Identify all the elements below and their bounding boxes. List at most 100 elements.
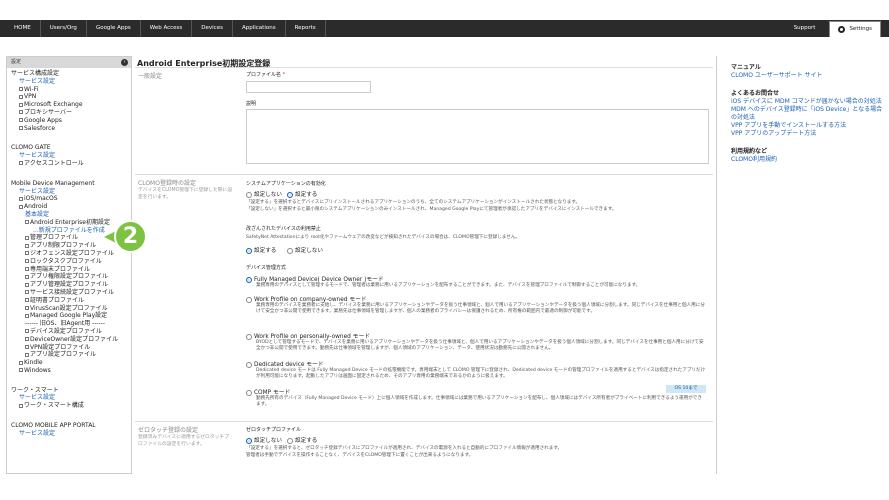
expand-icon (25, 337, 29, 342)
sidebar-item-wifi[interactable]: Wi-Fi (11, 86, 127, 94)
sidebar-item-ios-macos[interactable]: iOS/macOS (11, 195, 127, 203)
section-label: ゼロタッチ登録の設定 (138, 427, 199, 434)
mode-fully-managed-radio[interactable]: Fully Managed Device( Device Owner )モード (246, 274, 384, 283)
nav-users-org[interactable]: Users/Org (41, 20, 87, 37)
nav-devices[interactable]: Devices (192, 20, 233, 37)
page-title: Android Enterprise初期設定登録 (135, 56, 713, 68)
faq-link[interactable]: VPP アプリのアップデート方法 (731, 130, 883, 138)
expand-icon (19, 196, 23, 201)
manual-link[interactable]: CLOMO ユーザーサポート サイト (731, 72, 883, 80)
sidebar-item-access-control[interactable]: アクセスコントロール (11, 160, 127, 168)
tamper-no-radio[interactable]: 設定しない (287, 246, 323, 254)
expand-icon (25, 298, 29, 303)
expand-icon (25, 313, 29, 318)
sidebar-item-profile[interactable]: アプリ権限設定プロファイル (11, 273, 127, 281)
sidebar-item-google-apps[interactable]: Google Apps (11, 117, 127, 125)
help-panel: マニュアル CLOMO ユーザーサポート サイト よくあるお問合せ iOS デバ… (716, 56, 889, 474)
collapse-icon[interactable]: ‹ (121, 59, 128, 66)
sidebar-item-basic-settings[interactable]: 基本設定 (11, 211, 127, 219)
nav-home[interactable]: HOME (0, 20, 41, 37)
sidebar-item-legacy-profile[interactable]: DeviceOwner設定プロファイル (11, 336, 127, 344)
sidebar-item-profile[interactable]: アプリ管理設定プロファイル (11, 281, 127, 289)
nav-applications[interactable]: Applications (233, 20, 286, 37)
manual-heading: マニュアル (731, 64, 761, 71)
sidebar-group-title: CLOMO GATE (11, 144, 51, 152)
expand-icon (25, 290, 29, 295)
expand-icon (19, 94, 23, 99)
main-content: Android Enterprise初期設定登録 一般設定 プロファイル名 * … (135, 56, 713, 474)
expand-icon (25, 306, 29, 311)
expand-icon (25, 259, 29, 264)
sidebar-item-windows[interactable]: Windows (11, 367, 127, 375)
nav-reports[interactable]: Reports (286, 20, 326, 37)
nav-google-apps[interactable]: Google Apps (87, 20, 141, 37)
sidebar-item-workstyle-config[interactable]: ワーク・スマート構成 (11, 402, 127, 410)
nav-support[interactable]: Support (780, 20, 830, 37)
nav-web-access[interactable]: Web Access (141, 20, 193, 37)
top-bar: HOME Users/Org Google Apps Web Access De… (0, 0, 889, 40)
mode-work-profile-personal-radio[interactable]: Work Profile on personally-owned モード (246, 331, 370, 340)
expand-icon (25, 352, 29, 357)
mode-dedicated-radio[interactable]: Dedicated device モード (246, 359, 324, 368)
description-textarea[interactable] (246, 109, 709, 164)
expand-icon (19, 161, 23, 166)
sidebar-item-salesforce[interactable]: Salesforce (11, 125, 127, 133)
sidebar-legacy-divider: ------ 旧OS、旧Agent用 ------ (25, 320, 106, 328)
mode-work-profile-company-radio[interactable]: Work Profile on company-owned モード (246, 294, 367, 303)
general-section: 一般設定 プロファイル名 * 説明 (135, 68, 713, 178)
sidebar-item-profile[interactable]: 証明書プロファイル (11, 297, 127, 305)
section-description: デバイスをCLOMO管理下に登録した際に設定を行います。 (138, 188, 233, 200)
faq-link[interactable]: VPP アプリを手動でインストールする方法 (731, 122, 883, 130)
faq-link[interactable]: MDM へのデバイス登録時に「iOS Device」となる場合の対処法 (731, 106, 883, 122)
mode-comp-radio[interactable]: COMP モード (246, 387, 290, 396)
mode-description: Dedicated device モードは Fully Managed Devi… (256, 368, 706, 380)
nav-settings-label: Settings (849, 26, 872, 32)
sidebar-item-legacy-profile[interactable]: アプリ設定プロファイル (11, 351, 127, 359)
expand-icon (25, 243, 29, 248)
nav-settings[interactable]: Settings (829, 21, 881, 37)
sidebar-group-title: CLOMO MOBILE APP PORTAL (11, 422, 96, 430)
terms-link[interactable]: CLOMO利用規約 (731, 156, 883, 164)
sidebar-item-profile[interactable]: Managed Google Play設定 (11, 312, 127, 320)
terms-heading: 利用規約など (731, 148, 768, 155)
sidebar-item-vpn[interactable]: VPN (11, 93, 127, 101)
sidebar-item-enterprise[interactable]: Android Enterprise初期設定 (11, 219, 127, 227)
expand-icon (25, 282, 29, 287)
zerotouch-yes-radio[interactable]: 設定する (287, 436, 317, 444)
system-apps-note: 「設定しない」を選択すると最小限のシステムアプリケーションのみインストールされ、… (246, 207, 617, 212)
system-apps-no-radio[interactable]: 設定しない (246, 190, 282, 198)
sidebar-service-settings[interactable]: サービス設定 (11, 78, 127, 86)
mode-description: BYODとして管理するモードで、デバイスを業務に用いるアプリケーションやデータを… (256, 340, 704, 352)
sidebar-item-profile[interactable]: ロックタスクプロファイル (11, 258, 127, 266)
section-label: CLOMO登録時の設定 (138, 180, 196, 187)
tamper-yes-radio[interactable]: 設定する (246, 246, 276, 254)
sidebar-item-proxy[interactable]: プロキシサーバー (11, 109, 127, 117)
sidebar-item-kindle[interactable]: Kindle (11, 359, 127, 367)
sidebar-item-profile[interactable]: アプリ制限プロファイル (11, 242, 127, 250)
expand-icon (19, 360, 23, 365)
sidebar-item-legacy-profile[interactable]: デバイス設定プロファイル (11, 328, 127, 336)
expand-icon (19, 368, 23, 373)
faq-link[interactable]: iOS デバイスに MDM コマンドが届かない場合の対処法 (731, 98, 883, 106)
sidebar-item-exchange[interactable]: Microsoft Exchange (11, 101, 127, 109)
device-mode-label: デバイス管理方式 (246, 265, 286, 271)
expand-icon (25, 345, 29, 349)
sidebar-service-settings[interactable]: サービス設定 (11, 430, 127, 438)
sidebar-item-profile[interactable]: ジオフェンス設定プロファイル (11, 250, 127, 258)
system-apps-label: システムアプリケーションの有効化 (246, 181, 326, 187)
sidebar-item-android[interactable]: Android (11, 203, 127, 211)
sidebar-item-profile[interactable]: サービス接続設定プロファイル (11, 289, 127, 297)
section-description: 登録済みデバイスに適用するゼロタッチプロファイルの設定を行います。 (138, 435, 229, 447)
zerotouch-note: 「設定する」を選択すると、ゼロタッチ登録デバイスにプロファイルが適用され、デバイ… (246, 446, 563, 451)
expand-icon (19, 118, 23, 123)
sidebar: 設定 ‹ サービス構成設定 サービス設定 Wi-Fi VPN Microsoft… (6, 56, 132, 474)
sidebar-header: 設定 ‹ (7, 57, 131, 68)
system-apps-yes-radio[interactable]: 設定する (287, 190, 317, 198)
zerotouch-note: 管理者は手動でデバイスを操作することなく、デバイスをCLOMO管理下に置くことが… (246, 453, 474, 458)
zerotouch-no-radio[interactable]: 設定しない (246, 436, 282, 444)
sidebar-service-settings[interactable]: サービス設定 (11, 152, 127, 160)
sidebar-service-settings[interactable]: サービス設定 (11, 188, 127, 196)
profile-name-input[interactable] (246, 81, 371, 93)
zerotouch-profile-label: ゼロタッチプロファイル (246, 427, 302, 433)
zerotouch-section: ゼロタッチ登録の設定 登録済みデバイスに適用するゼロタッチプロファイルの設定を行… (135, 421, 713, 474)
